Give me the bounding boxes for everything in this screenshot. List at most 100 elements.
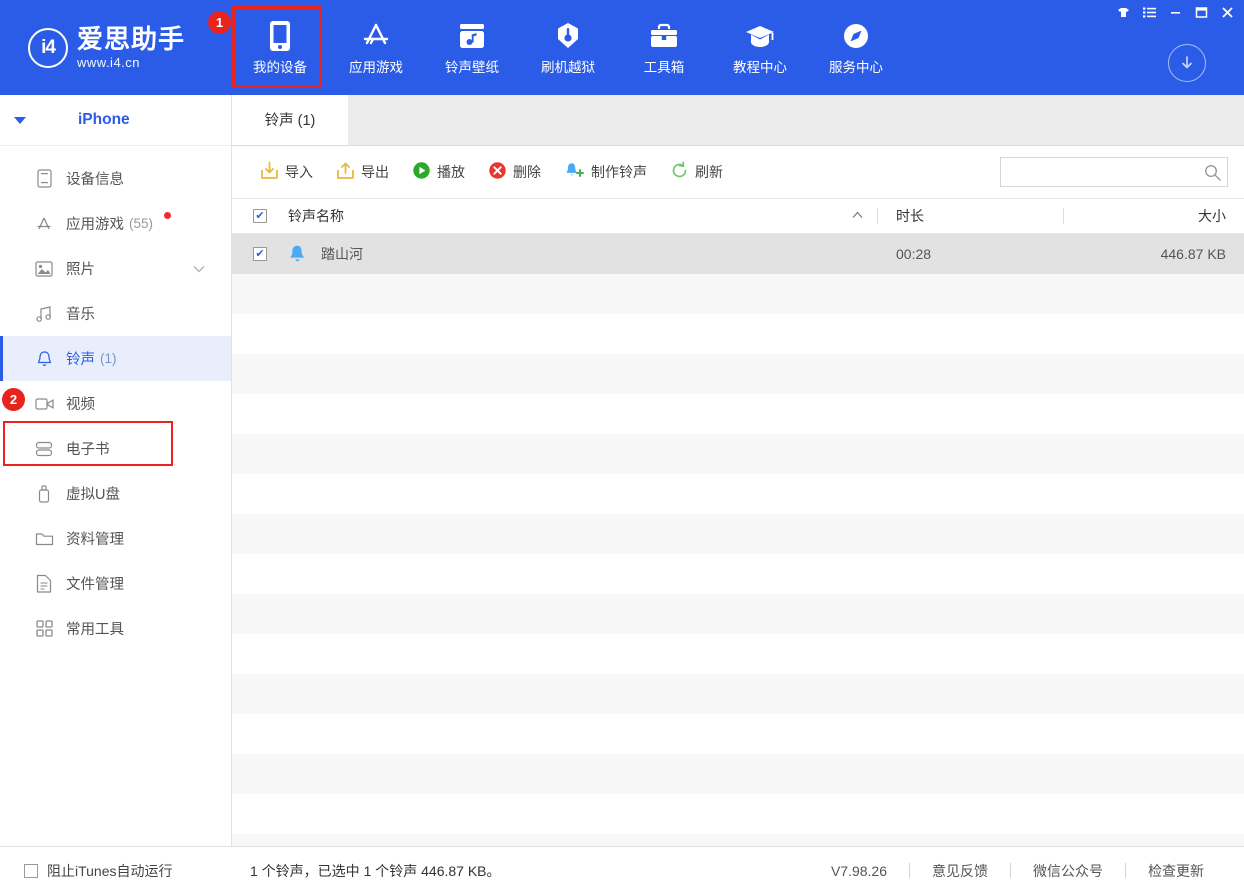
empty-table-row <box>232 434 1244 474</box>
sidebar-item-label: 视频 <box>66 393 95 414</box>
ringtone-name: 踏山河 <box>321 244 363 264</box>
empty-table-row <box>232 634 1244 674</box>
empty-table-row <box>232 714 1244 754</box>
compass-icon <box>840 18 872 52</box>
row-checkbox[interactable] <box>253 247 267 261</box>
sidebar-item-ebook[interactable]: 电子书 <box>0 426 231 471</box>
toolbar-label: 删除 <box>513 162 541 182</box>
nav-tab-apps-games[interactable]: 应用游戏 <box>328 0 424 92</box>
empty-table-row <box>232 354 1244 394</box>
refresh-icon <box>670 161 689 183</box>
prevent-itunes-label: 阻止iTunes自动运行 <box>47 861 173 881</box>
phone-icon <box>269 18 291 52</box>
sidebar-item-music[interactable]: 音乐 <box>0 291 231 336</box>
table-header-row: 铃声名称 时长 大小 <box>232 199 1244 234</box>
device-info-icon <box>34 169 54 189</box>
sidebar-item-count: (55) <box>129 216 153 231</box>
empty-table-row <box>232 274 1244 314</box>
check-update-link[interactable]: 检查更新 <box>1126 861 1226 881</box>
sidebar-item-ringtone[interactable]: 铃声 (1) <box>0 336 231 381</box>
import-button[interactable]: 导入 <box>250 156 323 188</box>
annotation-badge-1: 1 <box>208 11 231 34</box>
nav-tab-my-device[interactable]: 我的设备 <box>232 0 328 92</box>
nav-tab-flash-jailbreak[interactable]: 刷机越狱 <box>520 0 616 92</box>
sidebar-item-apps-games[interactable]: 应用游戏 (55) <box>0 201 231 246</box>
sidebar-item-virtual-usb[interactable]: 虚拟U盘 <box>0 471 231 516</box>
make-ringtone-icon <box>564 161 585 183</box>
sidebar-item-label: 文件管理 <box>66 573 124 594</box>
device-name: iPhone <box>78 111 130 129</box>
brand-url: www.i4.cn <box>77 56 185 69</box>
nav-tab-label: 工具箱 <box>644 61 685 75</box>
delete-icon <box>488 161 507 183</box>
caret-down-icon[interactable] <box>14 117 26 124</box>
column-label: 铃声名称 <box>288 206 344 226</box>
empty-table-row <box>232 554 1244 594</box>
make-ringtone-button[interactable]: 制作铃声 <box>554 156 657 188</box>
toolbar-label: 导入 <box>285 162 313 182</box>
sidebar-item-common-tools[interactable]: 常用工具 <box>0 606 231 651</box>
maximize-icon[interactable] <box>1188 2 1214 22</box>
nav-tab-ringtone-wallpaper[interactable]: 铃声壁纸 <box>424 0 520 92</box>
appstore-icon <box>360 18 392 52</box>
select-all-checkbox[interactable] <box>253 209 267 223</box>
close-icon[interactable] <box>1214 2 1240 22</box>
device-header[interactable]: iPhone <box>0 95 231 146</box>
feedback-link[interactable]: 意见反馈 <box>910 861 1010 881</box>
content-panel: 铃声 (1) 导入 导出 <box>232 95 1244 846</box>
empty-table-row <box>232 594 1244 634</box>
nav-tab-service-center[interactable]: 服务中心 <box>808 0 904 92</box>
search-icon[interactable] <box>1197 164 1227 181</box>
toolbar-label: 导出 <box>361 162 389 182</box>
i4-circle-logo-icon: i4 <box>28 28 68 68</box>
delete-button[interactable]: 删除 <box>478 156 551 188</box>
prevent-itunes-checkbox[interactable] <box>24 864 38 878</box>
empty-table-row <box>232 754 1244 794</box>
search-input[interactable] <box>1001 158 1197 186</box>
minimize-icon[interactable] <box>1162 2 1188 22</box>
sidebar-item-photos[interactable]: 照片 <box>0 246 231 291</box>
export-icon <box>336 161 355 183</box>
prevent-itunes-area[interactable]: 阻止iTunes自动运行 <box>0 861 232 881</box>
sort-ascending-icon[interactable] <box>852 210 863 222</box>
window-controls <box>1110 2 1240 22</box>
nav-tab-tutorial-center[interactable]: 教程中心 <box>712 0 808 92</box>
nav-tab-label: 应用游戏 <box>349 61 403 75</box>
brand-name: 爱思助手 <box>77 26 185 52</box>
export-button[interactable]: 导出 <box>326 156 399 188</box>
column-header-name[interactable]: 铃声名称 <box>288 206 852 226</box>
table-row[interactable]: 踏山河 00:28 446.87 KB <box>232 234 1244 274</box>
menu-icon[interactable] <box>1136 2 1162 22</box>
sidebar-item-count: (1) <box>100 351 117 366</box>
status-summary: 1 个铃声，已选中 1 个铃声 446.87 KB。 <box>232 861 809 881</box>
column-header-size[interactable]: 大小 <box>1064 206 1244 226</box>
skin-icon[interactable] <box>1110 2 1136 22</box>
version-label: V7.98.26 <box>809 863 909 879</box>
column-header-duration[interactable]: 时长 <box>878 206 1063 226</box>
sidebar-item-video[interactable]: 视频 <box>0 381 231 426</box>
status-links: V7.98.26 意见反馈 微信公众号 检查更新 <box>809 861 1244 881</box>
sidebar-item-label: 应用游戏 <box>66 213 124 234</box>
nav-tab-toolbox[interactable]: 工具箱 <box>616 0 712 92</box>
grid-tools-icon <box>34 619 54 639</box>
sidebar-item-label: 照片 <box>66 258 95 279</box>
sidebar-item-file-management[interactable]: 文件管理 <box>0 561 231 606</box>
chevron-down-icon[interactable] <box>193 262 205 276</box>
annotation-badge-2: 2 <box>2 388 25 411</box>
tab-ringtone[interactable]: 铃声 (1) <box>232 94 348 145</box>
empty-table-row <box>232 314 1244 354</box>
sidebar-item-label: 音乐 <box>66 303 95 324</box>
sidebar-item-data-management[interactable]: 资料管理 <box>0 516 231 561</box>
sidebar-item-device-info[interactable]: 设备信息 <box>0 156 231 201</box>
wechat-link[interactable]: 微信公众号 <box>1011 861 1125 881</box>
sidebar: iPhone 设备信息 应用游戏 (55) <box>0 95 232 846</box>
ringtone-table: 铃声名称 时长 大小 <box>232 198 1244 846</box>
toolbar-label: 播放 <box>437 162 465 182</box>
play-button[interactable]: 播放 <box>402 156 475 188</box>
music-box-icon <box>457 18 487 52</box>
empty-table-row <box>232 394 1244 434</box>
refresh-button[interactable]: 刷新 <box>660 156 733 188</box>
empty-rows-area <box>232 274 1244 846</box>
content-tabstrip: 铃声 (1) <box>232 95 1244 146</box>
download-circle-icon[interactable] <box>1168 44 1206 82</box>
